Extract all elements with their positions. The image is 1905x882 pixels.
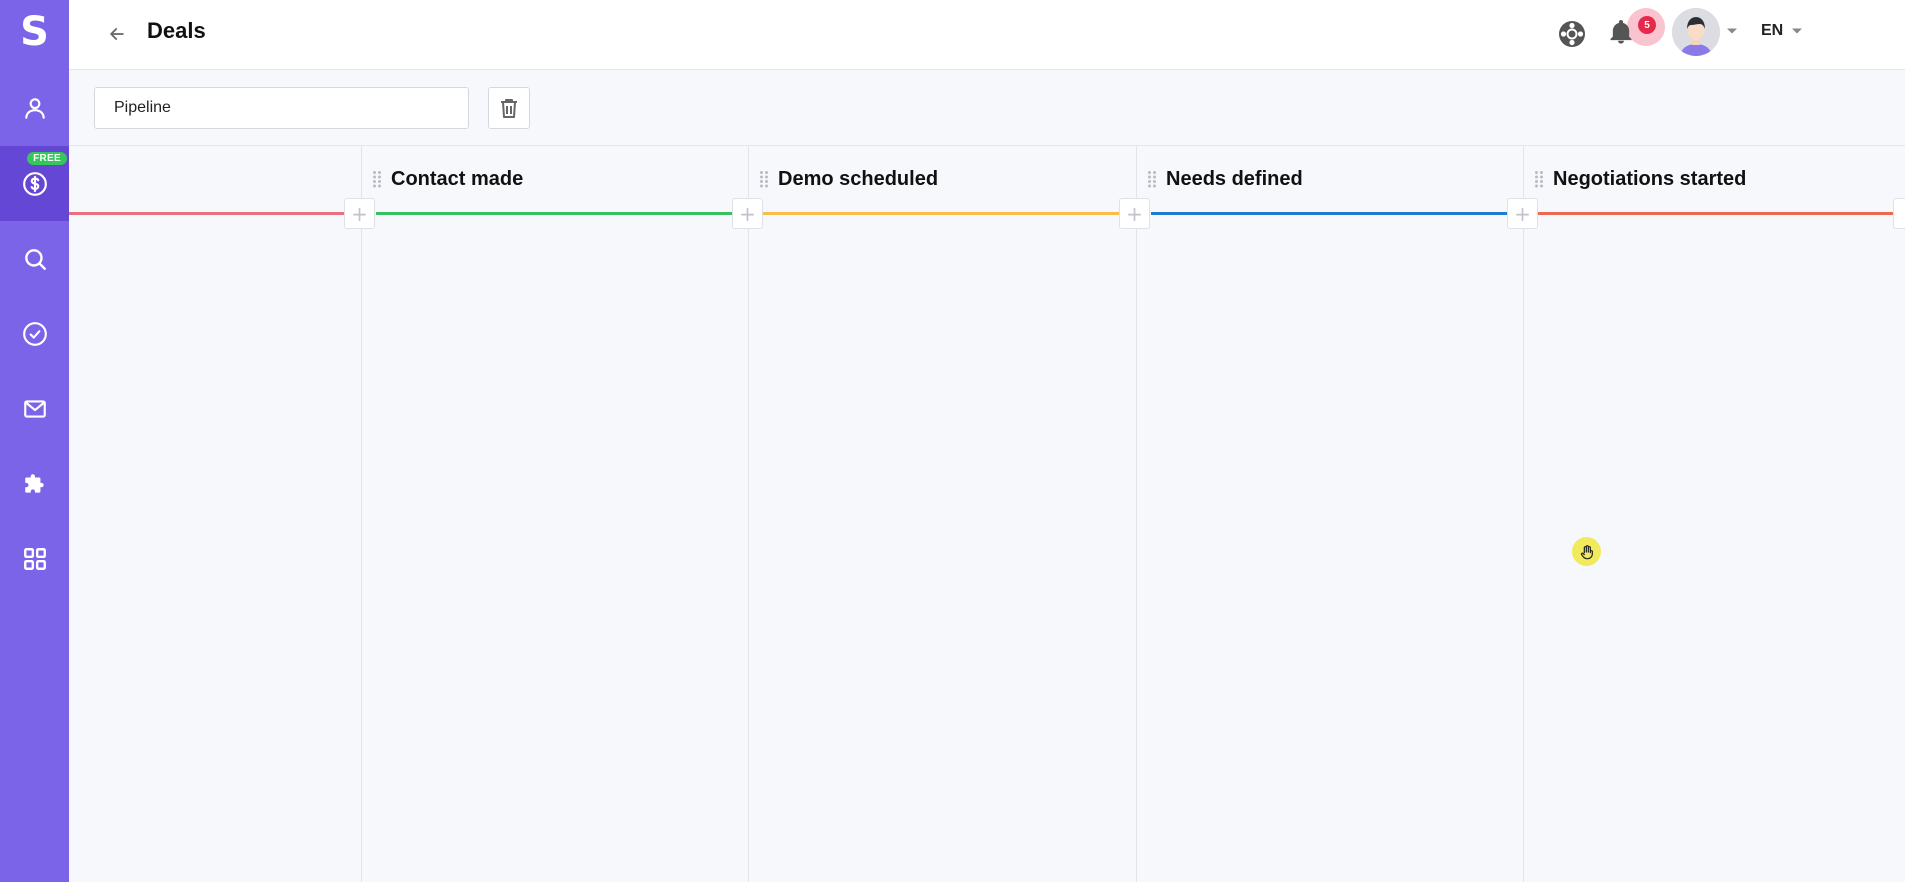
trash-icon	[501, 99, 517, 118]
stage-title[interactable]: Contact made	[391, 168, 523, 191]
lifebuoy-icon	[1559, 21, 1585, 47]
user-icon	[24, 97, 45, 119]
plus-icon: +	[1514, 201, 1531, 226]
add-stage-button[interactable]: +	[1507, 198, 1538, 229]
add-stage-button[interactable]: +	[1119, 198, 1150, 229]
add-stage-button[interactable]	[1893, 198, 1905, 229]
stage-color-line	[1151, 212, 1508, 215]
free-badge: FREE	[27, 152, 67, 165]
plus-icon: +	[739, 201, 756, 226]
search-icon	[24, 248, 46, 270]
notification-count-badge: 5	[1638, 16, 1656, 34]
plus-icon: +	[351, 201, 368, 226]
grid-icon	[23, 547, 46, 570]
column-divider	[1523, 146, 1524, 882]
stage-title[interactable]: Negotiations started	[1553, 168, 1746, 191]
column-divider	[1136, 146, 1137, 882]
pipeline-name-input[interactable]	[94, 87, 469, 129]
arrow-left-icon	[110, 28, 124, 40]
stage-title[interactable]: Demo scheduled	[778, 168, 938, 191]
sidebar-item-tasks[interactable]	[0, 296, 69, 371]
notifications-button[interactable]: 5	[1607, 8, 1665, 52]
toolbar-divider	[69, 145, 1905, 146]
sidebar-item-apps[interactable]	[0, 521, 69, 596]
puzzle-icon	[24, 473, 44, 493]
dollar-icon	[22, 171, 47, 196]
cursor-indicator	[1572, 537, 1601, 566]
app-logo[interactable]: S	[0, 0, 69, 64]
help-button[interactable]	[1557, 19, 1587, 49]
sidebar-item-integrations[interactable]	[0, 446, 69, 521]
bell-icon	[1610, 19, 1632, 44]
check-circle-icon	[22, 321, 47, 346]
drag-handle-icon[interactable]	[759, 170, 769, 188]
sidebar-item-search[interactable]	[0, 221, 69, 296]
delete-pipeline-button[interactable]	[488, 87, 530, 129]
stage-color-line	[763, 212, 1121, 215]
column-divider	[361, 146, 362, 882]
mail-icon	[23, 399, 46, 418]
avatar-menu-caret-icon[interactable]	[1726, 27, 1738, 35]
sidebar-item-deals[interactable]: FREE	[0, 146, 69, 221]
page-title: Deals	[147, 18, 206, 43]
add-stage-button[interactable]: +	[732, 198, 763, 229]
sidebar-item-contacts[interactable]	[0, 70, 69, 145]
stage-title[interactable]: Needs defined	[1166, 168, 1303, 191]
add-stage-button[interactable]: +	[344, 198, 375, 229]
sidebar: S FREE	[0, 0, 69, 882]
drag-handle-icon[interactable]	[372, 170, 382, 188]
plus-icon: +	[1126, 201, 1143, 226]
back-button[interactable]	[103, 20, 131, 48]
stage-color-line	[1538, 212, 1893, 215]
column-divider	[748, 146, 749, 882]
drag-handle-icon[interactable]	[1534, 170, 1544, 188]
drag-handle-icon[interactable]	[1147, 170, 1157, 188]
sidebar-item-mail[interactable]	[0, 371, 69, 446]
language-caret-icon[interactable]	[1791, 27, 1803, 35]
stage-color-line	[376, 212, 733, 215]
stage-color-line	[69, 212, 360, 215]
language-selector[interactable]: EN	[1761, 22, 1783, 40]
user-avatar[interactable]	[1672, 8, 1720, 56]
hand-cursor-icon	[1580, 544, 1593, 559]
avatar-image	[1672, 8, 1720, 56]
